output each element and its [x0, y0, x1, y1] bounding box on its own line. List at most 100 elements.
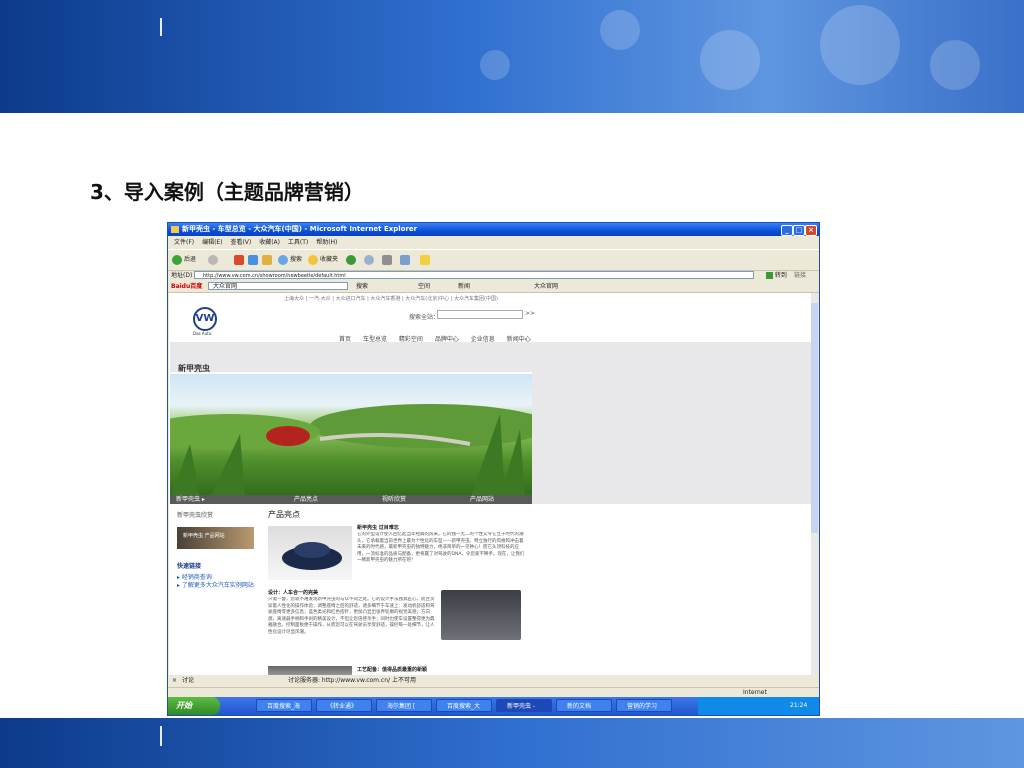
- mail-button[interactable]: [364, 254, 376, 266]
- task-marketing[interactable]: 营销的学习: [616, 699, 672, 712]
- start-button[interactable]: 开始: [168, 697, 220, 715]
- search-icon: [278, 254, 288, 265]
- title-band: [170, 342, 532, 372]
- task-document[interactable]: 新的文档: [556, 699, 612, 712]
- discuss-text: 讨论服务器: http://www.vw.com.cn/ 上不可用: [288, 677, 416, 684]
- section-title: 产品亮点: [268, 510, 300, 519]
- banner-bubble: [700, 30, 760, 90]
- red-beetle-car: [266, 426, 310, 446]
- model-title: 新甲壳虫: [178, 364, 210, 373]
- browser-toolbar: 后退 搜索 收藏夹: [168, 249, 819, 271]
- history-button[interactable]: [346, 254, 358, 266]
- home-icon: [262, 254, 272, 265]
- vertical-scrollbar[interactable]: [811, 293, 818, 685]
- side-promo[interactable]: 新甲壳虫 产品网站: [177, 527, 254, 549]
- status-bar: Internet: [168, 687, 819, 697]
- baidu-search-input[interactable]: 大众官网: [208, 282, 348, 290]
- close-button[interactable]: ×: [805, 225, 817, 236]
- hero-image: [170, 374, 532, 498]
- discuss-label[interactable]: 讨论: [182, 675, 194, 686]
- quick-links-title: 快速链接: [177, 563, 202, 570]
- mail-icon: [364, 254, 374, 265]
- menu-view[interactable]: 查看(V): [230, 239, 251, 246]
- footer-divider: [160, 726, 162, 746]
- minimize-button[interactable]: _: [781, 225, 793, 236]
- model-subnav: 新甲壳虫 ▸ 产品亮点 视听欣赏 产品网站: [170, 495, 532, 504]
- search-button[interactable]: 搜索: [278, 254, 302, 266]
- menu-edit[interactable]: 编辑(E): [202, 239, 222, 246]
- banner-bubble: [600, 10, 640, 50]
- banner-bubble: [930, 40, 980, 90]
- site-search-label: 搜索全站：: [409, 314, 440, 321]
- baidu-space-link[interactable]: 空间: [418, 281, 430, 292]
- slide-title: 3、导入案例（主题品牌营销）: [90, 180, 364, 204]
- baidu-home-link[interactable]: 大众官网: [534, 281, 558, 292]
- banner-bubble: [820, 5, 900, 85]
- site-search-button[interactable]: >>: [525, 310, 535, 317]
- block2-title: 设计：人车合一的完美: [268, 590, 319, 596]
- baidu-toolbar: Baidu百度 大众官网 搜索 空间 新闻 大众官网: [168, 281, 819, 293]
- maximize-button[interactable]: □: [793, 225, 805, 236]
- refresh-icon: [248, 254, 258, 265]
- forward-button[interactable]: [208, 254, 220, 266]
- site-search-input[interactable]: [437, 310, 523, 319]
- history-icon: [346, 254, 356, 265]
- side-heading[interactable]: 新甲壳虫欣赏: [177, 510, 213, 519]
- vw-logo[interactable]: VW: [193, 307, 217, 331]
- go-button[interactable]: 转到: [766, 270, 787, 281]
- block1-title: 新甲壳虫 过目难忘: [357, 525, 399, 531]
- menu-tools[interactable]: 工具(T): [288, 239, 308, 246]
- top-links[interactable]: 上海大众 | 一汽-大众 | 大众进口汽车 | 大众汽车香港 | 大众汽车(北京…: [284, 295, 498, 302]
- window-title: 新甲壳虫 - 车型总览 - 大众汽车(中国) - Microsoft Inter…: [182, 225, 418, 233]
- slide-footer-banner: [0, 718, 1024, 768]
- subnav-highlights[interactable]: 产品亮点: [294, 495, 318, 504]
- edit-icon: [400, 254, 410, 265]
- taskbar: 开始 百度搜索_海 《转业通》 海尔集团 [ 百度搜索_大 新甲壳虫 - 新的文…: [168, 697, 819, 715]
- menu-favorites[interactable]: 收藏(A): [259, 239, 280, 246]
- discuss-close-icon[interactable]: ×: [172, 675, 177, 686]
- baidu-news-link[interactable]: 新闻: [458, 281, 470, 292]
- page-viewport[interactable]: 上海大众 | 一汽-大众 | 大众进口汽车 | 大众汽车香港 | 大众汽车(北京…: [169, 293, 811, 685]
- baidu-logo[interactable]: Baidu百度: [171, 281, 202, 292]
- address-input[interactable]: http://www.vw.com.cn/showroom/newbeetle/…: [194, 271, 754, 279]
- block1-text: 它的外型设计使人回忆起当年经典的风采，它的独一无二的个性又令它立于时代的潮头，它…: [357, 532, 525, 563]
- star-icon: [308, 254, 318, 265]
- task-haier[interactable]: 海尔集团 [: [376, 699, 432, 712]
- task-baidu-1[interactable]: 百度搜索_海: [256, 699, 312, 712]
- blue-beetle-image: [282, 542, 342, 570]
- task-zhuanye[interactable]: 《转业通》: [316, 699, 372, 712]
- task-baidu-2[interactable]: 百度搜索_大: [436, 699, 492, 712]
- block2-text: 只需一瞥，您就不难发现新甲壳虫的与众不同之处。它的设计手法独具匠心，而且贯穿着人…: [268, 597, 435, 635]
- banner-bubble: [480, 50, 510, 80]
- messenger-button[interactable]: [420, 254, 432, 266]
- menu-help[interactable]: 帮助(H): [316, 239, 337, 246]
- subnav-site[interactable]: 产品网站: [470, 495, 494, 504]
- stop-button[interactable]: [234, 254, 246, 266]
- links-label[interactable]: 链接: [794, 270, 806, 281]
- refresh-button[interactable]: [248, 254, 260, 266]
- forward-arrow-icon: [208, 254, 218, 265]
- banner-divider: [160, 18, 162, 36]
- edit-button[interactable]: [400, 254, 412, 266]
- right-gray-panel: [532, 342, 811, 504]
- window-titlebar[interactable]: 新甲壳虫 - 车型总览 - 大众汽车(中国) - Microsoft Inter…: [168, 223, 819, 236]
- clock[interactable]: 21:24: [790, 697, 807, 715]
- home-button[interactable]: [262, 254, 274, 266]
- subnav-media[interactable]: 视听欣赏: [382, 495, 406, 504]
- back-arrow-icon: [172, 254, 182, 265]
- menu-bar: 文件(F) 编辑(E) 查看(V) 收藏(A) 工具(T) 帮助(H): [168, 237, 819, 248]
- stop-icon: [234, 254, 244, 265]
- favorites-button[interactable]: 收藏夹: [308, 254, 338, 266]
- baidu-search-button[interactable]: 搜索: [356, 281, 368, 292]
- address-bar: 地址(D) http://www.vw.com.cn/showroom/newb…: [168, 270, 819, 281]
- menu-file[interactable]: 文件(F): [174, 239, 194, 246]
- back-button[interactable]: 后退: [172, 254, 196, 266]
- dashboard-image: [441, 590, 521, 640]
- print-button[interactable]: [382, 254, 394, 266]
- go-arrow-icon: [766, 272, 773, 279]
- more-link[interactable]: ▸ 了解更多大众汽车实例网站: [177, 580, 254, 589]
- product-image: [268, 526, 352, 580]
- task-beetle[interactable]: 新甲壳虫 -: [496, 699, 552, 712]
- subnav-beetle[interactable]: 新甲壳虫 ▸: [176, 495, 205, 504]
- scroll-thumb[interactable]: [811, 303, 818, 533]
